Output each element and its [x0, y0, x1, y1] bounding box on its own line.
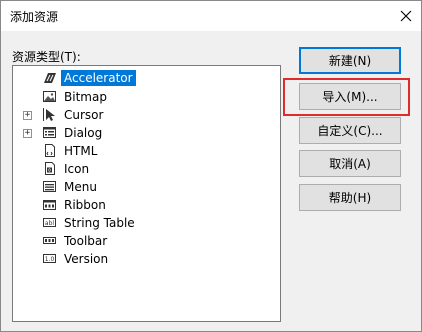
help-button[interactable]: 帮助(H) [299, 184, 401, 211]
tree-item-accelerator[interactable]: Accelerator [13, 69, 280, 87]
import-button[interactable]: 导入(M)... [299, 83, 401, 110]
dialog-icon [42, 125, 57, 140]
resource-type-label: 资源类型(T): [12, 50, 81, 64]
tree-item-label: Bitmap [64, 90, 107, 104]
svg-text:abl: abl [45, 220, 54, 227]
html-icon [42, 143, 57, 158]
cancel-button[interactable]: 取消(A) [299, 150, 401, 177]
icon-resource-icon [42, 161, 57, 176]
close-icon [400, 10, 412, 22]
tree-item-label: Icon [64, 162, 90, 176]
new-button[interactable]: 新建(N) [299, 47, 401, 74]
tree-item-cursor[interactable]: + Cursor [13, 106, 280, 124]
ribbon-icon [42, 197, 57, 212]
dialog-title: 添加资源 [10, 10, 59, 24]
tree-item-icon[interactable]: Icon [13, 160, 280, 178]
tree-item-label: Accelerator [61, 70, 136, 86]
tree-item-label: Version [64, 252, 109, 266]
tree-item-menu[interactable]: Menu [13, 178, 280, 196]
tree-item-label: Menu [64, 180, 97, 194]
add-resource-dialog: 添加资源 资源类型(T): Accelerator Bitmap + Curso… [0, 0, 422, 332]
tree-item-version[interactable]: 1.0 Version [13, 250, 280, 268]
toolbar-icon [42, 233, 57, 248]
tree-item-html[interactable]: HTML [13, 142, 280, 160]
bitmap-icon [42, 89, 57, 104]
resource-type-tree[interactable]: Accelerator Bitmap + Cursor + Dialog HTM… [12, 65, 281, 322]
accelerator-icon [42, 70, 57, 85]
tree-item-ribbon[interactable]: Ribbon [13, 196, 280, 214]
tree-item-label: Dialog [64, 126, 103, 140]
tree-item-label: Toolbar [64, 234, 108, 248]
string-table-icon: abl [42, 215, 57, 230]
expand-icon[interactable]: + [23, 129, 32, 138]
version-icon: 1.0 [42, 251, 57, 266]
close-button[interactable] [391, 1, 421, 31]
tree-item-label: Cursor [64, 108, 104, 122]
tree-item-label: String Table [64, 216, 135, 230]
tree-item-bitmap[interactable]: Bitmap [13, 88, 280, 106]
expand-icon[interactable]: + [23, 111, 32, 120]
tree-item-dialog[interactable]: + Dialog [13, 124, 280, 142]
tree-item-toolbar[interactable]: Toolbar [13, 232, 280, 250]
cursor-icon [42, 107, 57, 122]
tree-item-label: HTML [64, 144, 98, 158]
menu-icon [42, 179, 57, 194]
svg-text:1.0: 1.0 [45, 256, 55, 263]
tree-item-string-table[interactable]: abl String Table [13, 214, 280, 232]
tree-item-label: Ribbon [64, 198, 106, 212]
title-bar: 添加资源 [1, 1, 421, 31]
custom-button[interactable]: 自定义(C)... [299, 117, 401, 144]
